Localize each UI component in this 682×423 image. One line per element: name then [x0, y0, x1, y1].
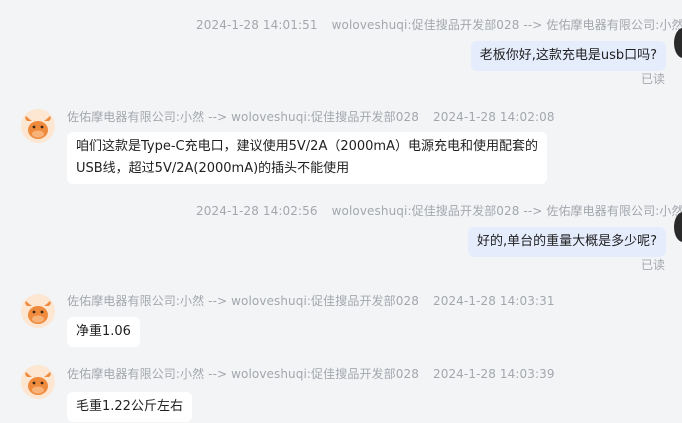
message-meta: 2024-1-28 14:01:51 woloveshuqi:促佳搜品开发部028… — [196, 16, 682, 33]
user-avatar-icon — [674, 28, 682, 58]
message-time: 2024-1-28 14:02:56 — [196, 204, 318, 218]
message-meta: 佐佑摩电器有限公司:小然 --> woloveshuqi:促佳搜品开发部028 2… — [67, 108, 555, 125]
cow-avatar-icon — [21, 365, 55, 399]
message-time: 2024-1-28 14:02:08 — [432, 110, 555, 124]
message-bubble[interactable]: 咱们这款是Type-C充电口，建议使用5V/2A（2000mA）电源充电和使用配… — [67, 132, 547, 184]
message-route: 佐佑摩电器有限公司:小然 --> woloveshuqi:促佳搜品开发部028 — [67, 367, 419, 381]
message-meta: 佐佑摩电器有限公司:小然 --> woloveshuqi:促佳搜品开发部028 2… — [67, 292, 555, 309]
message-time: 2024-1-28 14:03:31 — [432, 294, 555, 308]
message-bubble[interactable]: 毛重1.22公斤左右 — [67, 392, 192, 422]
message-route: 佐佑摩电器有限公司:小然 --> woloveshuqi:促佳搜品开发部028 — [67, 294, 419, 308]
message-route: woloveshuqi:促佳搜品开发部028 --> 佐佑摩电器有限公司:小然 — [331, 18, 682, 32]
message-route: 佐佑摩电器有限公司:小然 --> woloveshuqi:促佳搜品开发部028 — [67, 110, 419, 124]
message-line: USB线，超过5V/2A(2000mA)的插头不能使用 — [76, 161, 350, 176]
user-avatar-icon — [674, 212, 682, 242]
cow-avatar-icon — [21, 294, 55, 328]
message-route: woloveshuqi:促佳搜品开发部028 --> 佐佑摩电器有限公司:小然 — [331, 204, 682, 218]
message-meta: 佐佑摩电器有限公司:小然 --> woloveshuqi:促佳搜品开发部028 2… — [67, 365, 555, 382]
message-time: 2024-1-28 14:03:39 — [432, 367, 555, 381]
message-bubble[interactable]: 净重1.06 — [67, 317, 140, 347]
message-bubble[interactable]: 好的,单台的重量大概是多少呢? — [467, 227, 666, 257]
message-bubble[interactable]: 老板你好,这款充电是usb口吗? — [470, 41, 666, 71]
message-meta: 2024-1-28 14:02:56 woloveshuqi:促佳搜品开发部028… — [196, 202, 682, 219]
message-line: 咱们这款是Type-C充电口，建议使用5V/2A（2000mA）电源充电和使用配… — [76, 139, 538, 154]
message-time: 2024-1-28 14:01:51 — [196, 18, 318, 32]
read-status: 已读 — [640, 72, 665, 86]
cow-avatar-icon — [21, 109, 55, 143]
read-status: 已读 — [640, 258, 665, 272]
